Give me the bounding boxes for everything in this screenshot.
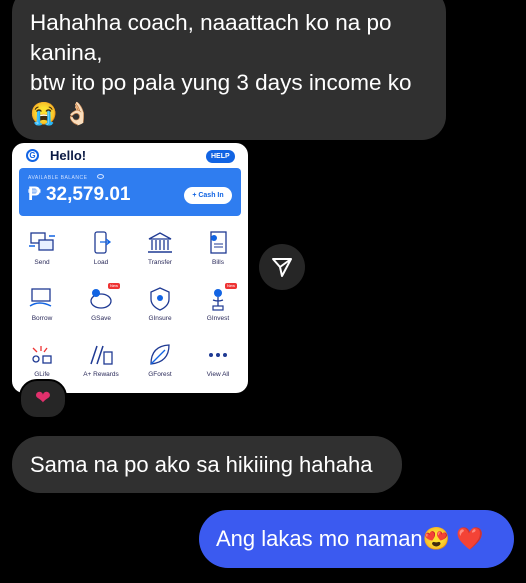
service-view-all: View All (190, 342, 246, 378)
cash-in-button: + Cash In (184, 187, 232, 204)
message-text-line: kanina, (30, 40, 103, 65)
service-label: Send (34, 259, 50, 266)
incoming-message-bubble[interactable]: Hahahha coach, naaattach ko na po kanina… (12, 0, 446, 140)
service-label: View All (206, 371, 230, 378)
message-text: Ang lakas mo naman (216, 526, 423, 551)
message-emojis: 😭 👌🏻 (30, 101, 91, 126)
service-borrow: Borrow (14, 286, 70, 322)
service-send: Send (14, 230, 70, 266)
borrow-icon (29, 288, 52, 307)
service-label: Borrow (31, 315, 53, 322)
invest-plant-icon (212, 289, 224, 311)
service-label: Bills (212, 259, 224, 266)
service-label: GForest (148, 371, 172, 378)
piggy-bank-icon (90, 289, 112, 309)
share-button[interactable] (259, 244, 305, 290)
outgoing-message-bubble[interactable]: Ang lakas mo naman😍 ❤️ (199, 510, 514, 568)
rewards-icon (90, 345, 113, 365)
service-label: Transfer (148, 259, 172, 266)
send-icon (29, 232, 55, 251)
service-load: Load (73, 230, 129, 266)
service-transfer: Transfer (132, 230, 188, 266)
more-dots-icon (209, 353, 227, 357)
bills-icon (210, 231, 227, 254)
message-text: Sama na po ako sa hikiiing hahaha (30, 452, 373, 477)
service-bills: Bills (190, 230, 246, 266)
paper-plane-icon (272, 258, 292, 277)
gcash-balance-card: AVAILABLE BALANCE ₱ 32,579.01 + Cash In (19, 168, 241, 216)
gcash-header: G Hello! HELP (12, 143, 248, 169)
service-ginsure: GInsure (132, 286, 188, 322)
service-label: GLife (34, 371, 50, 378)
service-label: Load (93, 259, 109, 266)
shared-image-gcash-screenshot[interactable]: G Hello! HELP AVAILABLE BALANCE ₱ 32,579… (12, 143, 248, 393)
leaf-icon (150, 344, 170, 365)
service-gsave: New GSave (73, 283, 129, 322)
insurance-icon (150, 287, 170, 311)
service-label: GInvest (206, 315, 230, 322)
eye-icon (97, 174, 104, 179)
balance-amount: ₱ 32,579.01 (28, 184, 131, 205)
service-label: A+ Rewards (83, 371, 119, 378)
gcash-greeting: Hello! (50, 148, 87, 163)
service-gforest: GForest (132, 342, 188, 378)
heart-reaction-badge[interactable]: ❤ (19, 379, 67, 419)
available-balance-label: AVAILABLE BALANCE (28, 175, 88, 181)
incoming-message-bubble[interactable]: Sama na po ako sa hikiiing hahaha (12, 436, 402, 493)
heart-icon: ❤ (35, 388, 51, 409)
new-badge: New (107, 283, 120, 289)
gcash-logo-icon: G (26, 149, 39, 162)
service-label: GSave (91, 315, 111, 322)
message-text-line: btw ito po pala yung 3 days income ko (30, 70, 412, 95)
message-emojis: 😍 ❤️ (422, 526, 484, 551)
message-text-line: Hahahha coach, naaattach ko na po (30, 10, 392, 35)
service-rewards: A+ Rewards (73, 342, 129, 378)
bank-icon (148, 232, 172, 253)
shopping-icon (32, 346, 52, 364)
service-ginvest: New GInvest (190, 283, 246, 322)
service-label: GInsure (148, 315, 172, 322)
service-glife: GLife (14, 342, 70, 378)
new-badge: New (224, 283, 237, 289)
gcash-help-button: HELP (206, 150, 235, 163)
load-icon (94, 231, 112, 254)
